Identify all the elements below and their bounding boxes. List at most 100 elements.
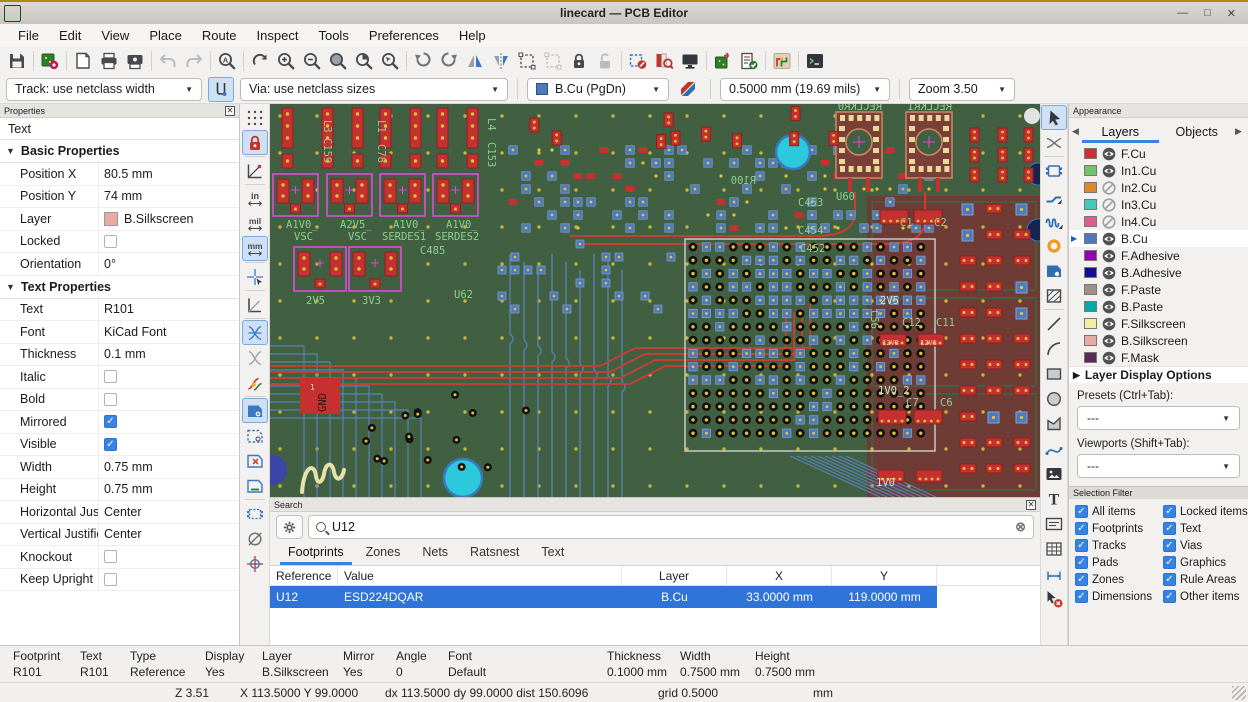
column-value[interactable]: Value xyxy=(338,566,622,585)
layer-row-b-silkscreen[interactable]: ▶B.Silkscreen xyxy=(1069,332,1248,349)
tab-objects[interactable]: Objects xyxy=(1159,120,1236,143)
tab-zones[interactable]: Zones xyxy=(358,543,409,565)
zoom-out-button[interactable] xyxy=(299,49,325,74)
dimension-tool-button[interactable] xyxy=(1041,561,1067,586)
layer-row-f-paste[interactable]: ▶F.Paste xyxy=(1069,281,1248,298)
polygon-tool-button[interactable] xyxy=(1041,411,1067,436)
curved-ratsnest-button[interactable] xyxy=(242,345,268,370)
column-reference[interactable]: Reference xyxy=(270,566,338,585)
find-button[interactable]: A xyxy=(214,49,240,74)
layer-color-swatch[interactable] xyxy=(1084,284,1097,295)
zoom-dropdown[interactable]: Zoom 3.50▼ xyxy=(909,78,1015,101)
zoom-selection-button[interactable] xyxy=(377,49,403,74)
property-value[interactable]: 0.75 mm xyxy=(104,460,153,474)
ungroup-button[interactable] xyxy=(540,49,566,74)
footprint-tool-button[interactable] xyxy=(1041,158,1067,183)
group-button[interactable] xyxy=(514,49,540,74)
print-button[interactable] xyxy=(96,49,122,74)
layer-row-f-silkscreen[interactable]: ▶F.Silkscreen xyxy=(1069,315,1248,332)
rect-tool-button[interactable] xyxy=(1041,361,1067,386)
zone-fill-button[interactable] xyxy=(242,398,268,423)
units-mm-button[interactable]: mm xyxy=(242,236,268,261)
presets-dropdown[interactable]: ---▼ xyxy=(1077,406,1240,430)
eye-visible-icon[interactable] xyxy=(1102,164,1116,178)
pads-checkbox[interactable]: ✓ xyxy=(1075,556,1088,569)
active-layer-dropdown[interactable]: B.Cu (PgDn)▼ xyxy=(527,78,669,101)
property-value[interactable]: R101 xyxy=(104,302,134,316)
footprint-browser-button[interactable] xyxy=(651,49,677,74)
net-inspector-button[interactable] xyxy=(769,49,795,74)
layer-color-swatch[interactable] xyxy=(1084,216,1097,227)
eye-visible-icon[interactable] xyxy=(1102,232,1116,246)
tab-scroll-right-icon[interactable]: ▶ xyxy=(1235,126,1245,137)
property-value[interactable]: 0.75 mm xyxy=(104,482,153,496)
footprints-checkbox[interactable]: ✓ xyxy=(1075,522,1088,535)
layer-row-in4-cu[interactable]: ▶In4.Cu xyxy=(1069,213,1248,230)
table-tool-button[interactable] xyxy=(1041,536,1067,561)
drc-button[interactable] xyxy=(736,49,762,74)
visible-checkbox[interactable]: ✓ xyxy=(104,438,117,451)
text-tool-button[interactable]: T xyxy=(1041,486,1067,511)
pcb-canvas[interactable]: L3C159L1C78L4C153A1V0_VSCA2V5_VSCA1V0_SE… xyxy=(270,104,1040,497)
property-value[interactable]: Center xyxy=(104,527,142,541)
line-width-dropdown[interactable]: 0.5000 mm (19.69 mils)▼ xyxy=(720,78,890,101)
eye-visible-icon[interactable] xyxy=(1102,249,1116,263)
italic-checkbox[interactable] xyxy=(104,370,117,383)
layer-row-b-cu[interactable]: ▶B.Cu xyxy=(1069,230,1248,247)
layer-color-swatch[interactable] xyxy=(1084,148,1097,159)
pad-sketch-button[interactable] xyxy=(242,526,268,551)
property-value[interactable]: B.Silkscreen xyxy=(124,212,193,226)
ortho-mode-button[interactable] xyxy=(242,292,268,317)
rotate-ccw-button[interactable] xyxy=(410,49,436,74)
eye-visible-icon[interactable] xyxy=(1102,266,1116,280)
console-button[interactable] xyxy=(802,49,828,74)
property-value[interactable]: 74 mm xyxy=(104,189,142,203)
tracks-checkbox[interactable]: ✓ xyxy=(1075,539,1088,552)
polar-coords-button[interactable] xyxy=(242,158,268,183)
eye-hidden-icon[interactable] xyxy=(1102,181,1116,195)
zone-sketch-button[interactable] xyxy=(242,473,268,498)
close-icon[interactable]: ✕ xyxy=(225,106,235,116)
eye-hidden-icon[interactable] xyxy=(1102,215,1116,229)
units-inches-button[interactable]: in xyxy=(242,186,268,211)
eye-visible-icon[interactable] xyxy=(1102,283,1116,297)
layer-color-swatch[interactable] xyxy=(1084,352,1097,363)
zones-checkbox[interactable]: ✓ xyxy=(1075,573,1088,586)
layer-row-f-adhesive[interactable]: ▶F.Adhesive xyxy=(1069,247,1248,264)
search-input[interactable] xyxy=(332,520,1009,534)
zoom-objects-button[interactable] xyxy=(351,49,377,74)
layer-display-options[interactable]: ▶Layer Display Options xyxy=(1069,366,1248,383)
column-layer[interactable]: Layer xyxy=(622,566,727,585)
delete-tool-button[interactable] xyxy=(1041,586,1067,611)
column-x[interactable]: X xyxy=(727,566,832,585)
update-pcb-button[interactable] xyxy=(710,49,736,74)
menu-file[interactable]: File xyxy=(8,25,49,46)
layer-row-f-mask[interactable]: ▶F.Mask xyxy=(1069,349,1248,366)
property-value[interactable]: 0.1 mm xyxy=(104,347,146,361)
ratsnest-button[interactable] xyxy=(242,320,268,345)
zone-tool-button[interactable] xyxy=(1041,258,1067,283)
tab-footprints[interactable]: Footprints xyxy=(280,543,352,565)
grid-dots-button[interactable] xyxy=(242,105,268,130)
units-mils-button[interactable]: mil xyxy=(242,211,268,236)
tune-tool-button[interactable] xyxy=(1041,208,1067,233)
minimize-button[interactable]: — xyxy=(1177,7,1188,20)
layer-row-in1-cu[interactable]: ▶In1.Cu xyxy=(1069,162,1248,179)
property-value[interactable]: Center xyxy=(104,505,142,519)
locked-checkbox[interactable] xyxy=(104,235,117,248)
property-value[interactable]: KiCad Font xyxy=(104,325,167,339)
layer-color-swatch[interactable] xyxy=(1084,233,1097,244)
zoom-in-button[interactable] xyxy=(273,49,299,74)
clear-search-icon[interactable]: ⊗ xyxy=(1015,519,1026,535)
footprint-sketch-button[interactable] xyxy=(242,501,268,526)
close-icon[interactable]: ✕ xyxy=(1026,500,1036,510)
layer-row-b-paste[interactable]: ▶B.Paste xyxy=(1069,298,1248,315)
graphics-checkbox[interactable]: ✓ xyxy=(1163,556,1176,569)
property-value[interactable]: 80.5 mm xyxy=(104,167,153,181)
menu-inspect[interactable]: Inspect xyxy=(247,25,309,46)
layer-color-swatch[interactable] xyxy=(1084,301,1097,312)
textbox-tool-button[interactable] xyxy=(1041,511,1067,536)
via-size-dropdown[interactable]: Via: use netclass sizes▼ xyxy=(240,78,508,101)
layer-row-b-adhesive[interactable]: ▶B.Adhesive xyxy=(1069,264,1248,281)
dimensions-checkbox[interactable]: ✓ xyxy=(1075,590,1088,603)
